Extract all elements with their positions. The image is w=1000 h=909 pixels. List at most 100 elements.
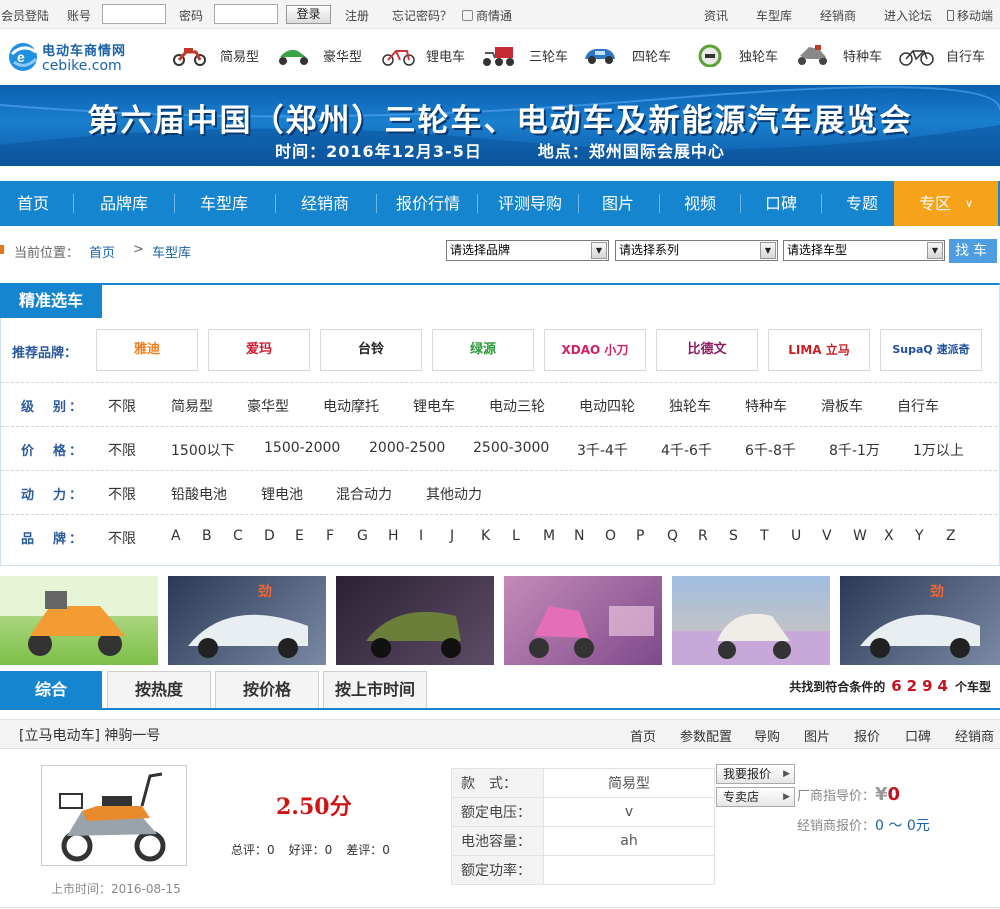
expo-banner[interactable]: 第六届中国（郑州）三轮车、电动车及新能源汽车展览会 时间：2016年12月3-5… [0, 85, 1000, 166]
letter-option[interactable]: R [698, 528, 708, 544]
brand-logo-lima[interactable]: LIMA 立马 [768, 329, 870, 371]
filter-option[interactable]: 铅酸电池 [171, 484, 227, 504]
top-link-mobile[interactable]: 移动端 [947, 7, 993, 24]
listing-link-dealers[interactable]: 经销商 [955, 726, 994, 745]
filter-option[interactable]: 混合动力 [336, 484, 392, 504]
filter-option[interactable]: 2000-2500 [369, 440, 445, 456]
letter-option[interactable]: C [233, 528, 243, 544]
letter-option[interactable]: T [760, 528, 769, 544]
listing-link-photos[interactable]: 图片 [804, 726, 830, 745]
letter-option[interactable]: Y [915, 528, 924, 544]
series-select[interactable]: 请选择系列 ▼ [615, 240, 778, 261]
letter-option[interactable]: K [481, 528, 490, 544]
nav-reviews[interactable]: 评测导购 [482, 181, 578, 226]
nav-quotes[interactable]: 报价行情 [380, 181, 476, 226]
top-link-news[interactable]: 资讯 [704, 7, 728, 24]
business-link[interactable]: 商情通 [462, 7, 512, 24]
breadcrumb-home[interactable]: 首页 [89, 242, 115, 261]
sort-tab-price[interactable]: 按价格 [215, 671, 319, 708]
brand-logo-aima[interactable]: 爱玛 [208, 329, 310, 371]
nav-ratings[interactable]: 口碑 [743, 181, 819, 226]
model-select[interactable]: 请选择车型 ▼ [783, 240, 945, 261]
dealer-price-value[interactable]: 0 ～ 0元 [875, 818, 930, 834]
letter-option[interactable]: G [357, 528, 368, 544]
brand-logo-luyuan[interactable]: 绿源 [432, 329, 534, 371]
filter-option[interactable]: 不限 [108, 440, 136, 460]
filter-option[interactable]: 3千-4千 [577, 440, 628, 460]
filter-option[interactable]: 6千-8千 [745, 440, 796, 460]
top-link-forum[interactable]: 进入论坛 [884, 7, 932, 24]
letter-option[interactable]: J [450, 528, 454, 544]
filter-option[interactable]: 简易型 [171, 396, 213, 416]
filter-option[interactable]: 1万以上 [913, 440, 964, 460]
filter-option[interactable]: 锂电车 [413, 396, 455, 416]
filter-option[interactable]: 独轮车 [669, 396, 711, 416]
filter-option[interactable]: 电动三轮 [489, 396, 545, 416]
product-image[interactable] [41, 765, 187, 866]
top-link-dealers[interactable]: 经销商 [820, 7, 856, 24]
filter-option[interactable]: 锂电池 [261, 484, 303, 504]
logo-url[interactable]: cebike.com [42, 58, 122, 74]
letter-option[interactable]: V [822, 528, 832, 544]
letter-option[interactable]: S [729, 528, 738, 544]
letter-option[interactable]: A [171, 528, 181, 544]
nav-home[interactable]: 首页 [0, 181, 66, 226]
quote-button[interactable]: 我要报价 ▶ [716, 764, 795, 784]
logo-title[interactable]: 电动车商情网 [42, 40, 126, 59]
brand-logo-yadea[interactable]: 雅迪 [96, 329, 198, 371]
login-button[interactable]: 登录 [286, 5, 331, 24]
letter-option[interactable]: X [884, 528, 894, 544]
letter-option[interactable]: U [791, 528, 801, 544]
promo-photo[interactable]: 劲 [840, 576, 1000, 665]
brand-logo-byvin[interactable]: 比德文 [656, 329, 758, 371]
letter-option[interactable]: M [543, 528, 555, 544]
brand-logo-supaq[interactable]: SupaQ 速派奇 [880, 329, 982, 371]
promo-photo[interactable] [672, 576, 830, 665]
promo-photo[interactable] [0, 576, 158, 665]
promo-photo[interactable] [336, 576, 494, 665]
letter-option[interactable]: O [605, 528, 616, 544]
letter-option[interactable]: Q [667, 528, 678, 544]
letter-option[interactable]: F [326, 528, 334, 544]
letter-option[interactable]: E [295, 528, 304, 544]
register-link[interactable]: 注册 [345, 7, 369, 24]
filter-option[interactable]: 特种车 [745, 396, 787, 416]
sort-tab-overall[interactable]: 综合 [0, 671, 102, 708]
account-input[interactable] [102, 4, 166, 24]
filter-option[interactable]: 2500-3000 [473, 440, 549, 456]
letter-option[interactable]: N [574, 528, 584, 544]
precise-filter-tab[interactable]: 精准选车 [0, 283, 102, 318]
filter-option[interactable]: 不限 [108, 528, 136, 548]
brand-select[interactable]: 请选择品牌 ▼ [446, 240, 609, 261]
letter-option[interactable]: P [636, 528, 644, 544]
nav-brands[interactable]: 品牌库 [80, 181, 168, 226]
find-car-button[interactable]: 找车 [949, 239, 997, 263]
filter-option[interactable]: 滑板车 [821, 396, 863, 416]
sort-tab-popularity[interactable]: 按热度 [107, 671, 211, 708]
filter-option[interactable]: 8千-1万 [829, 440, 880, 460]
listing-link-home[interactable]: 首页 [630, 726, 656, 745]
filter-option[interactable]: 自行车 [897, 396, 939, 416]
listing-link-guide[interactable]: 导购 [754, 726, 780, 745]
promo-photo[interactable]: 劲 [168, 576, 326, 665]
promo-photo[interactable] [504, 576, 662, 665]
store-button[interactable]: 专卖店 ▶ [716, 787, 795, 807]
letter-option[interactable]: I [419, 528, 423, 544]
filter-option[interactable]: 4千-6千 [661, 440, 712, 460]
letter-option[interactable]: B [202, 528, 212, 544]
filter-option[interactable]: 不限 [108, 484, 136, 504]
filter-option[interactable]: 电动摩托 [323, 396, 379, 416]
letter-option[interactable]: W [853, 528, 867, 544]
filter-option[interactable]: 其他动力 [426, 484, 482, 504]
brand-logo-tailg[interactable]: 台铃 [320, 329, 422, 371]
filter-option[interactable]: 1500以下 [171, 440, 235, 460]
password-input[interactable] [214, 4, 278, 24]
letter-option[interactable]: D [264, 528, 275, 544]
forgot-password-link[interactable]: 忘记密码？ [392, 7, 452, 24]
listing-link-quote[interactable]: 报价 [854, 726, 880, 745]
nav-topics[interactable]: 专题 [824, 181, 900, 226]
nav-videos[interactable]: 视频 [662, 181, 738, 226]
listing-link-specs[interactable]: 参数配置 [680, 726, 732, 745]
letter-option[interactable]: Z [946, 528, 956, 544]
letter-option[interactable]: H [388, 528, 399, 544]
